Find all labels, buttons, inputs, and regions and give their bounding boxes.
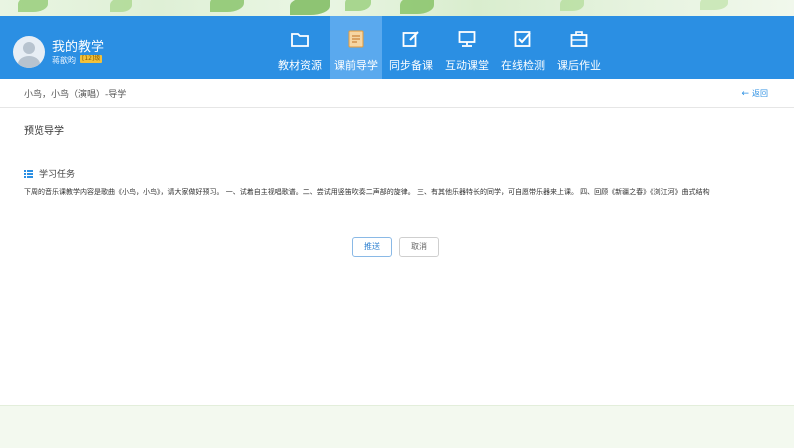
nav-item-interactive-class[interactable]: 互动课堂 — [441, 16, 493, 79]
user-level-badge: [12]级 — [80, 55, 103, 63]
task-heading-label: 学习任务 — [39, 170, 76, 180]
nav-item-online-test[interactable]: 在线检测 — [497, 16, 549, 79]
top-header: 我的教学 蒋歆昀 [12]级 教材资源 课前导学 同步备课 互动课堂 在线检测 … — [0, 16, 794, 79]
back-label: 返回 — [752, 89, 768, 98]
edit-icon — [402, 31, 419, 47]
task-heading: 学习任务 — [24, 167, 75, 180]
list-icon — [24, 170, 33, 178]
nav-item-preview-guide[interactable]: 课前导学 — [330, 16, 382, 79]
monitor-icon — [458, 31, 476, 47]
leaf-decoration — [700, 0, 728, 10]
avatar[interactable] — [13, 36, 45, 68]
leaf-decoration — [210, 0, 244, 12]
task-description: 下周的音乐课教学内容是歌曲《小鸟，小鸟》，请大家做好预习。 一、试着自主视唱歌谱… — [24, 188, 710, 196]
leaf-decoration — [290, 0, 330, 15]
nav-item-lesson-prep[interactable]: 同步备课 — [385, 16, 437, 79]
leaf-decoration — [345, 0, 371, 11]
notebook-icon — [348, 30, 364, 48]
nav-label: 课前导学 — [334, 59, 378, 72]
checkbox-icon — [514, 31, 531, 47]
page-title: 预览导学 — [24, 126, 64, 137]
breadcrumb-text: 小鸟，小鸟（演唱）-导学 — [24, 90, 127, 100]
nav-label: 同步备课 — [389, 59, 433, 72]
nav-item-textbook-resources[interactable]: 教材资源 — [274, 16, 326, 79]
nav-label: 课后作业 — [557, 59, 601, 72]
folder-icon — [291, 33, 309, 47]
leaf-decoration — [400, 0, 434, 14]
app-title: 我的教学 — [52, 40, 105, 55]
nav-label: 在线检测 — [501, 59, 545, 72]
cancel-button[interactable]: 取消 — [399, 237, 439, 257]
decorative-banner — [0, 0, 794, 16]
back-link[interactable]: ← 返回 — [741, 88, 768, 99]
nav-item-homework[interactable]: 课后作业 — [553, 16, 605, 79]
user-name: 蒋歆昀 — [52, 56, 76, 65]
leaf-decoration — [560, 0, 584, 11]
leaf-decoration — [18, 0, 48, 12]
briefcase-icon — [570, 31, 588, 47]
nav-label: 互动课堂 — [445, 59, 489, 72]
leaf-decoration — [110, 0, 132, 12]
arrow-left-icon: ← — [741, 89, 749, 99]
push-button[interactable]: 推送 — [352, 237, 392, 257]
nav-label: 教材资源 — [278, 59, 322, 72]
breadcrumb: 小鸟，小鸟（演唱）-导学 ← 返回 — [0, 79, 794, 108]
footer-band — [0, 405, 794, 448]
